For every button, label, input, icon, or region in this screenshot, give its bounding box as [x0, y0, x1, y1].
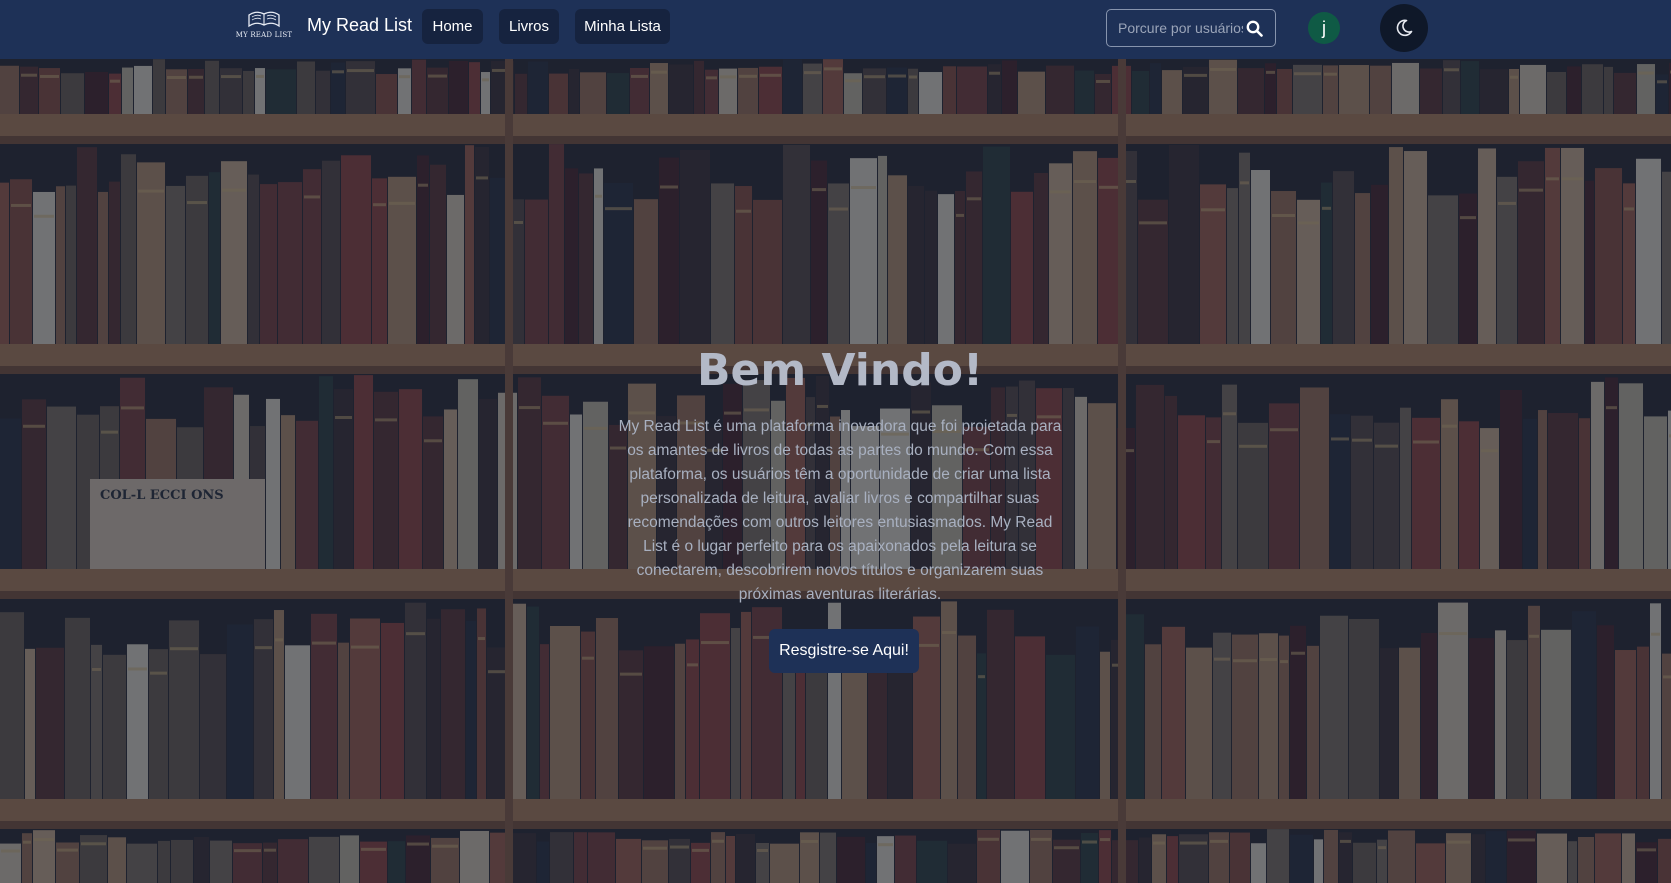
hero-description: My Read List é uma plataforma inovadora … — [618, 418, 1062, 603]
search-icon[interactable] — [1246, 20, 1263, 37]
navbar: MY READ LIST My Read List Home Livros Mi… — [0, 0, 1671, 59]
hero-section: COL-L ECCI ONS Bem Vindo! My Read List é… — [0, 59, 1671, 883]
nav-livros-button[interactable]: Livros — [499, 9, 559, 44]
nav-home-button[interactable]: Home — [422, 9, 483, 44]
brand-title[interactable]: My Read List — [307, 15, 412, 36]
register-button[interactable]: Resgistre-se Aqui! — [769, 629, 919, 673]
logo[interactable]: MY READ LIST — [235, 10, 293, 42]
hero-title: Bem Vindo! — [696, 345, 984, 396]
logo-text: MY READ LIST — [235, 31, 293, 39]
user-avatar[interactable]: j — [1308, 12, 1340, 44]
moon-icon — [1396, 19, 1413, 37]
book-logo-icon — [248, 11, 280, 28]
nav-minha-lista-button[interactable]: Minha Lista — [575, 9, 670, 44]
theme-toggle-button[interactable] — [1380, 4, 1428, 52]
user-search-input[interactable] — [1118, 20, 1243, 36]
user-search — [1106, 9, 1276, 47]
